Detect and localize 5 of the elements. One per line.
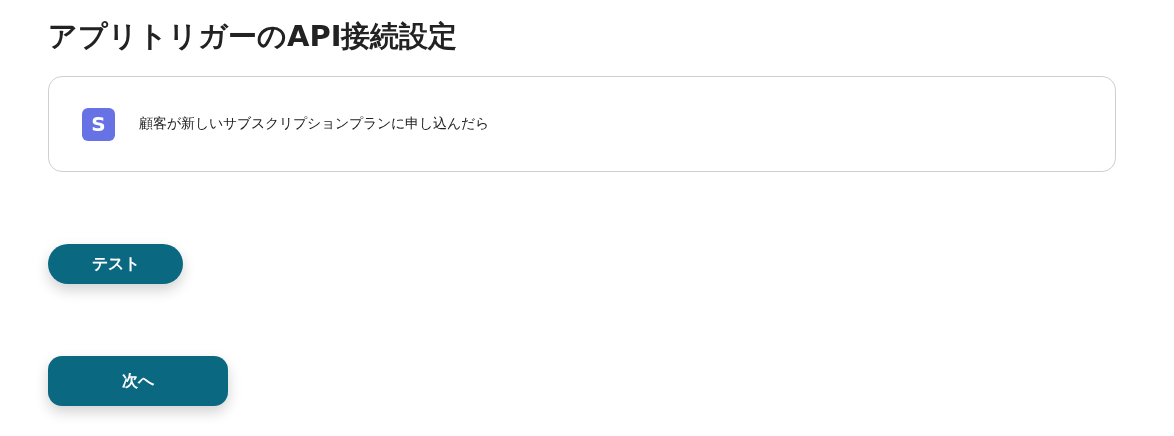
- test-button[interactable]: テスト: [48, 244, 183, 284]
- next-button[interactable]: 次へ: [48, 356, 228, 406]
- trigger-label: 顧客が新しいサブスクリプションプランに申し込んだら: [139, 115, 489, 133]
- app-logo-icon: S: [82, 107, 115, 141]
- page-title: アプリトリガーのAPI接続設定: [48, 18, 459, 55]
